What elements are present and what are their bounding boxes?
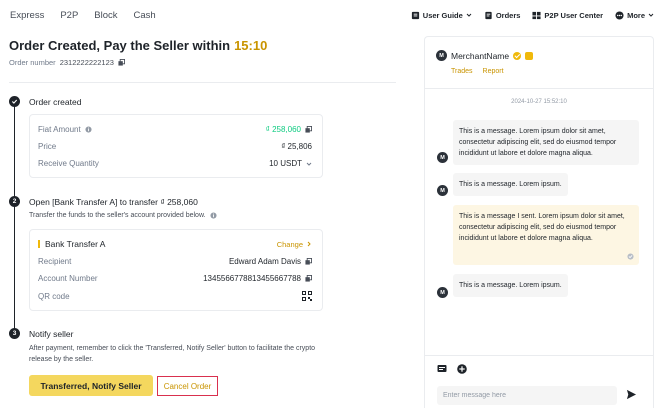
fiat-amount-value: ₫ 258,060 <box>266 125 312 134</box>
avatar: M <box>437 287 448 298</box>
receive-quantity-value[interactable]: 10 USDT <box>269 159 312 168</box>
copy-icon[interactable] <box>305 275 312 282</box>
verified-badge-icon <box>513 51 522 60</box>
avatar: M <box>437 152 448 163</box>
step-2-marker: 2 <box>9 196 20 207</box>
order-summary-card: Fiat Amount ₫ 258,060 Price ₫ 25,806 Rec… <box>29 114 323 178</box>
step-2-title: Open [Bank Transfer A] to transfer ₫ 258… <box>29 197 198 207</box>
receive-quantity-label: Receive Quantity <box>38 159 99 168</box>
user-guide-menu[interactable]: User Guide <box>411 11 472 20</box>
check-icon <box>11 99 18 104</box>
chevron-down-icon <box>648 13 654 17</box>
transferred-notify-seller-button[interactable]: Transferred, Notify Seller <box>29 375 153 396</box>
order-number-label: Order number <box>9 58 56 67</box>
account-number-row: Account Number 1345566778813455667788 <box>38 274 312 283</box>
orders-link[interactable]: Orders <box>484 10 521 20</box>
bank-header: Bank Transfer A Change <box>38 239 312 249</box>
more-dots-icon <box>615 10 624 20</box>
nav-p2p[interactable]: P2P <box>60 10 78 21</box>
step-3-title: Notify seller <box>29 329 74 339</box>
price-row: Price ₫ 25,806 <box>38 142 312 151</box>
order-number: Order number 2312222222123 <box>9 58 125 67</box>
chat-message: This is a message. Lorem ipsum. <box>453 173 568 196</box>
copy-icon[interactable] <box>305 126 312 133</box>
nav-cash[interactable]: Cash <box>134 10 156 21</box>
trades-link[interactable]: Trades <box>451 68 473 75</box>
step-1-marker <box>9 96 20 107</box>
qr-code-label: QR code <box>38 291 70 301</box>
fiat-amount-label: Fiat Amount <box>38 125 92 134</box>
merchant-name[interactable]: MerchantName <box>451 51 509 61</box>
step-3-subtitle: After payment, remember to click the 'Tr… <box>29 345 316 363</box>
report-link[interactable]: Report <box>483 68 504 75</box>
top-nav: Express P2P Block Cash User Guide Orders… <box>0 0 666 30</box>
info-icon[interactable] <box>210 212 217 219</box>
chat-timestamp: 2024-10-27 15:52:10 <box>511 99 567 105</box>
chevron-right-icon <box>307 241 311 247</box>
receive-quantity-row: Receive Quantity 10 USDT <box>38 159 312 168</box>
account-number-value: 1345566778813455667788 <box>203 274 312 283</box>
orders-icon <box>485 11 492 19</box>
chat-header: M MerchantName Trades Report <box>425 37 653 89</box>
chat-tools <box>437 364 467 374</box>
divider <box>9 82 396 83</box>
sent-message: This is a message I sent. Lorem ipsum do… <box>453 205 639 265</box>
step-3-marker: 3 <box>9 328 20 339</box>
chevron-down-icon <box>306 162 312 166</box>
merchant-info: M MerchantName <box>436 50 534 61</box>
recipient-value: Edward Adam Davis <box>229 257 312 266</box>
payment-method-card: Bank Transfer A Change Recipient Edward … <box>29 229 323 311</box>
qr-code-row: QR code <box>38 291 312 301</box>
recipient-label: Recipient <box>38 257 72 266</box>
chat-footer <box>425 355 653 408</box>
copy-icon[interactable] <box>305 258 312 265</box>
account-number-label: Account Number <box>38 274 98 283</box>
qr-code-value <box>302 291 312 301</box>
more-label: More <box>627 10 645 20</box>
qr-code-icon[interactable] <box>302 291 312 301</box>
chevron-down-icon <box>466 13 472 17</box>
chat-links: Trades Report <box>451 68 504 75</box>
chat-message: This is a message. Lorem ipsum dolor sit… <box>453 120 639 165</box>
bank-accent-bar <box>38 240 40 248</box>
send-icon[interactable] <box>626 389 637 400</box>
order-title-text: Order Created, Pay the Seller within <box>9 38 231 53</box>
image-icon[interactable] <box>437 364 447 374</box>
merchant-badge-icon <box>525 51 534 60</box>
user-center-icon <box>532 11 541 19</box>
timeline-line <box>14 102 15 334</box>
cancel-order-button[interactable]: Cancel Order <box>157 376 218 396</box>
nav-express[interactable]: Express <box>10 10 44 21</box>
user-center-link[interactable]: P2P User Center <box>532 11 603 20</box>
avatar: M <box>436 50 447 61</box>
info-icon[interactable] <box>85 126 92 133</box>
read-receipt-icon <box>627 253 634 260</box>
orders-label: Orders <box>495 10 521 20</box>
add-icon[interactable] <box>457 364 467 374</box>
change-payment-link[interactable]: Change <box>277 240 312 249</box>
more-menu[interactable]: More <box>615 11 654 20</box>
countdown-timer: 15:10 <box>234 38 268 53</box>
copy-icon[interactable] <box>118 59 125 66</box>
bank-name: Bank Transfer A <box>38 239 105 249</box>
message-input[interactable] <box>437 386 617 405</box>
avatar: M <box>437 185 448 196</box>
step-1-title: Order created <box>29 97 82 107</box>
price-label: Price <box>38 142 57 151</box>
price-value: ₫ 25,806 <box>281 142 312 151</box>
page-title: Order Created, Pay the Seller within 15:1… <box>9 38 267 53</box>
chat-message: This is a message. Lorem ipsum. <box>453 274 568 297</box>
order-number-value: 2312222222123 <box>59 58 114 67</box>
nav-block[interactable]: Block <box>94 10 117 21</box>
step-2-subtitle: Transfer the funds to the seller's accou… <box>29 212 217 219</box>
nav-left: Express P2P Block Cash <box>0 10 156 21</box>
nav-right: User Guide Orders P2P User Center More <box>411 0 654 30</box>
fiat-amount-row: Fiat Amount ₫ 258,060 <box>38 125 312 134</box>
book-icon <box>411 11 419 19</box>
user-guide-label: User Guide <box>422 10 463 20</box>
recipient-row: Recipient Edward Adam Davis <box>38 257 312 266</box>
chat-panel: M MerchantName Trades Report 2024-10-27 … <box>424 36 654 408</box>
user-center-label: P2P User Center <box>544 10 604 20</box>
